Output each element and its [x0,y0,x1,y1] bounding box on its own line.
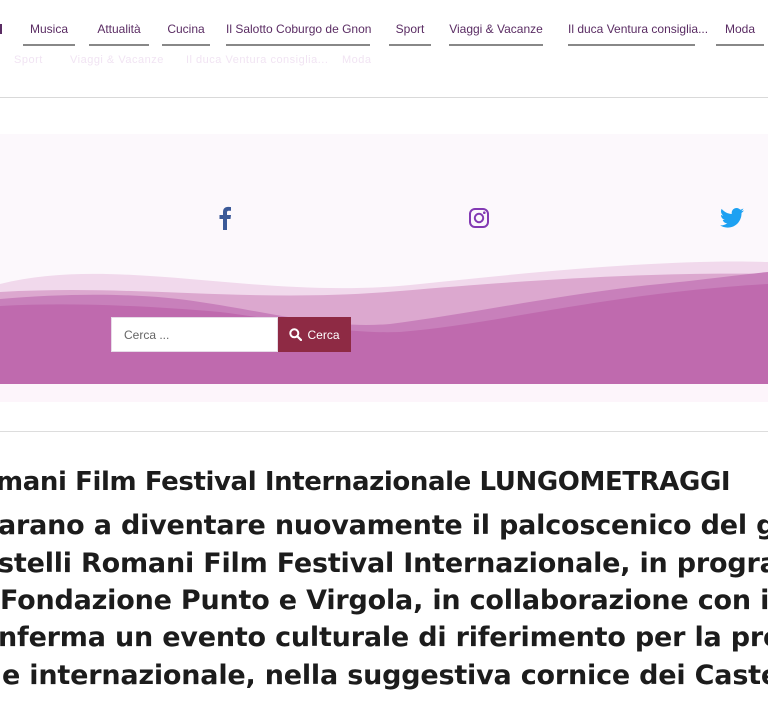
search-input[interactable] [111,317,278,352]
hero-banner: Cerca [0,134,768,402]
wave-background [0,261,768,402]
search-button[interactable]: Cerca [278,317,351,352]
instagram-icon[interactable] [467,206,491,230]
nav-item-viaggi[interactable]: Viaggi & Vacanze [449,22,543,46]
article-line: Fondazione Punto e Virgola, in collabora… [0,585,768,616]
nav-item-duca-ventura[interactable]: Il duca Ventura consiglia... [568,22,708,46]
search-icon [289,328,303,341]
nav-ghost-sport: Sport [14,54,43,66]
search-button-label: Cerca [307,327,340,342]
nav-item-salotto[interactable]: Il Salotto Coburgo de Gnon [226,22,371,46]
section-divider [0,431,768,432]
nav-item-cucina[interactable]: Cucina [162,22,210,46]
article-heading: mani Film Festival Internazionale LUNGOM… [0,467,731,497]
nav-ghost-viaggi: Viaggi & Vacanze [70,54,164,66]
facebook-icon[interactable] [213,206,237,230]
search-form: Cerca [111,317,351,352]
article-line: nferma un evento culturale di riferiment… [0,622,768,653]
main-navigation: Musica Attualità Cucina Il Salotto Cobur… [0,0,768,98]
nav-item-moda[interactable]: Moda [716,22,764,46]
nav-item-partial[interactable] [0,24,2,34]
nav-item-musica[interactable]: Musica [23,22,75,46]
article-line: e internazionale, nella suggestiva corni… [2,660,768,691]
nav-ghost-moda: Moda [342,54,372,66]
nav-item-sport[interactable]: Sport [389,22,431,46]
nav-ghost-duca-ventura: Il duca Ventura consiglia... [186,54,329,66]
article-line: stelli Romani Film Festival Internaziona… [0,548,768,579]
article-content: mani Film Festival Internazionale LUNGOM… [0,465,768,703]
article-line: arano a diventare nuovamente il palcosce… [0,510,768,541]
nav-item-attualita[interactable]: Attualità [89,22,149,46]
twitter-icon[interactable] [720,206,744,230]
